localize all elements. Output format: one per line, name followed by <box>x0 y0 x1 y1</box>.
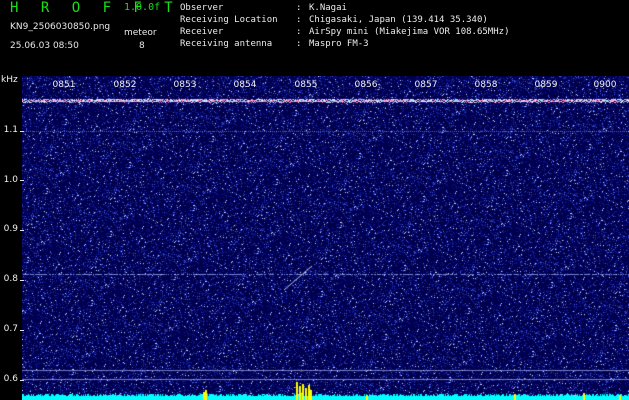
meteor-count: 8 <box>139 41 145 51</box>
freq-tick-mark <box>20 280 24 281</box>
spectrogram-waterfall[interactable] <box>22 76 629 400</box>
info-label-antenna: Receiving antenna <box>180 39 273 49</box>
info-label-observer: Observer <box>180 3 224 13</box>
info-label-receiver: Receiver <box>180 27 224 37</box>
freq-tick-label: 1.0 <box>3 175 18 185</box>
freq-tick-mark <box>20 131 24 132</box>
info-label-location: Receiving Location <box>180 15 278 25</box>
time-tick-label: 0851 <box>52 80 76 90</box>
freq-tick-mark <box>20 330 24 331</box>
info-value-observer: K.Nagai <box>309 3 347 13</box>
freq-tick-mark <box>20 230 24 231</box>
time-tick-label: 0856 <box>354 80 378 90</box>
time-tick-label: 0855 <box>294 80 318 90</box>
time-tick-label: 0858 <box>474 80 498 90</box>
freq-tick-mark <box>20 380 24 381</box>
info-value-receiver: AirSpy mini (Miakejima VOR 108.65MHz) <box>309 27 510 37</box>
freq-tick-label: 0.8 <box>3 274 18 284</box>
info-colon: : <box>296 3 302 13</box>
freq-tick-label: 0.7 <box>3 324 18 334</box>
time-tick-label: 0853 <box>173 80 197 90</box>
time-tick-label: 0852 <box>113 80 137 90</box>
file-name: KN9_2506030850.png <box>10 22 111 32</box>
freq-tick-label: 1.1 <box>3 125 18 135</box>
time-tick-label: 0859 <box>534 80 558 90</box>
header-panel: H R O F F T 1.0.0f KN9_2506030850.png 25… <box>0 0 629 76</box>
date-time: 25.06.03 08:50 <box>10 41 79 51</box>
time-tick-label: 0900 <box>593 80 617 90</box>
info-value-antenna: Maspro FM-3 <box>309 39 369 49</box>
freq-tick-mark <box>20 180 24 181</box>
freq-tick-label: 0.6 <box>3 374 18 384</box>
frequency-unit-label: kHz <box>1 75 18 85</box>
meteor-label: meteor <box>124 28 157 38</box>
time-tick-label: 0854 <box>233 80 257 90</box>
app-version: 1.0.0f <box>124 2 161 13</box>
info-colon: : <box>296 15 302 25</box>
info-colon: : <box>296 27 302 37</box>
time-tick-label: 0857 <box>414 80 438 90</box>
freq-tick-label: 0.9 <box>3 224 18 234</box>
info-value-location: Chigasaki, Japan (139.414 35.340) <box>309 15 488 25</box>
info-colon: : <box>296 39 302 49</box>
